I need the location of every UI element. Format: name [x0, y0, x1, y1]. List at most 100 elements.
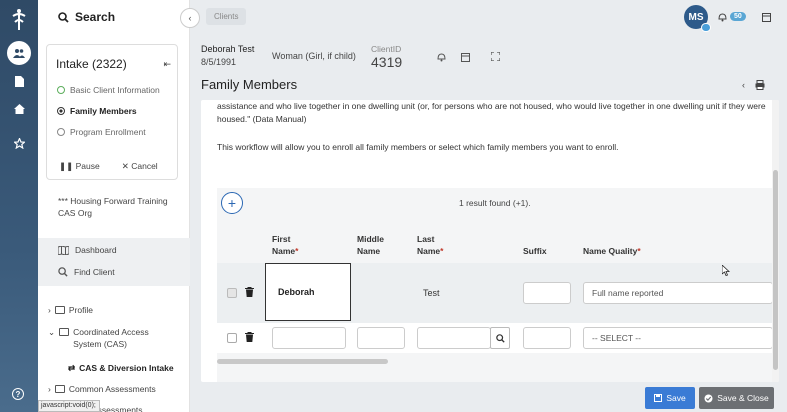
col-middle-name: Middle Name: [357, 234, 384, 256]
row-select-checkbox[interactable]: [227, 333, 237, 343]
calendar-icon[interactable]: [461, 52, 470, 62]
pause-button[interactable]: ❚❚ Pause: [59, 161, 100, 172]
avatar[interactable]: MS: [684, 5, 711, 32]
suffix-input[interactable]: [523, 327, 571, 349]
step-basic-client-info[interactable]: Basic Client Information: [57, 85, 160, 95]
save-icon: [654, 394, 663, 402]
badge-icon: [701, 23, 711, 32]
sidebar-search[interactable]: Search: [58, 10, 115, 24]
panel-tools: ‹: [742, 80, 765, 90]
rail-home[interactable]: [0, 98, 38, 120]
chevron-left-icon[interactable]: ‹: [742, 80, 745, 90]
client-id-label: ClientID: [371, 44, 402, 54]
pin-icon[interactable]: ⇤: [163, 59, 171, 70]
workflow-text: This workflow will allow you to enroll a…: [217, 142, 619, 152]
document-icon: [14, 75, 24, 87]
step-family-members[interactable]: Family Members: [57, 106, 137, 116]
table-row: Deborah Test Full name reported: [217, 263, 773, 323]
client-gender: Woman (Girl, if child): [272, 51, 356, 61]
col-name-quality: Name Quality*: [583, 246, 641, 256]
trash-icon[interactable]: [245, 287, 254, 297]
cursor-icon: [722, 265, 730, 276]
first-name-cell[interactable]: Deborah: [265, 263, 351, 321]
middle-name-input[interactable]: [357, 327, 405, 349]
col-suffix: Suffix: [523, 246, 547, 256]
status-bar: javascript:void(0);: [38, 400, 100, 412]
step-label: Program Enrollment: [70, 127, 146, 137]
col-first-name: First Name*: [272, 234, 299, 256]
result-count: 1 result found (+1).: [459, 198, 531, 208]
rail-documents[interactable]: [0, 70, 38, 92]
plus-icon: +: [227, 195, 237, 211]
tree-cas[interactable]: ⌄ Coordinated Access System (CAS): [48, 326, 183, 350]
collapse-sidebar-button[interactable]: ‹: [180, 8, 200, 28]
check-circle-icon: [57, 86, 65, 94]
intro-text: assistance and who live together in one …: [217, 101, 766, 124]
logo-icon: [12, 9, 26, 30]
notification-badge[interactable]: 50: [730, 12, 746, 21]
page-title: Family Members: [201, 77, 298, 92]
suffix-input[interactable]: [523, 282, 571, 304]
step-label: Family Members: [70, 106, 137, 116]
chevron-down-icon: ⌄: [48, 327, 56, 337]
expand-icon[interactable]: [491, 52, 500, 61]
lookup-button[interactable]: [490, 327, 510, 349]
print-icon[interactable]: [755, 80, 765, 90]
map-icon: [58, 245, 69, 255]
vertical-scrollbar[interactable]: [772, 100, 779, 382]
repeat-icon: ⇄: [68, 363, 76, 373]
family-grid: + 1 result found (+1). First Name* Middl…: [217, 188, 773, 382]
intake-title: Intake (2322): [56, 57, 127, 71]
rail-favorites[interactable]: [0, 132, 38, 154]
trash-icon[interactable]: [245, 332, 254, 342]
add-member-button[interactable]: +: [221, 192, 243, 214]
tree-profile[interactable]: › Profile: [48, 304, 93, 316]
last-name-input[interactable]: [417, 327, 491, 349]
first-name-input[interactable]: [272, 327, 346, 349]
bell-icon[interactable]: [437, 52, 446, 62]
horizontal-scrollbar[interactable]: [217, 359, 388, 364]
search-icon: [58, 267, 68, 277]
last-name-cell: Test: [423, 288, 440, 298]
check-circle-icon: [704, 394, 713, 402]
close-icon: ✕: [121, 161, 129, 171]
intake-card: Intake (2322) ⇤ Basic Client Information…: [46, 44, 178, 180]
row-select-checkbox[interactable]: [227, 288, 237, 298]
sidebar: Search Intake (2322) ⇤ Basic Client Info…: [38, 0, 190, 412]
chevron-left-icon: ‹: [188, 13, 192, 23]
cancel-button[interactable]: ✕ Cancel: [122, 161, 158, 172]
family-members-panel: assistance and who live together in one …: [201, 100, 779, 382]
calendar-icon[interactable]: [762, 12, 771, 22]
pause-icon: ❚❚: [59, 161, 74, 171]
star-icon: [13, 137, 25, 149]
rail-clients[interactable]: [0, 41, 38, 65]
search-icon: [495, 333, 505, 343]
nav-find-client[interactable]: Find Client: [58, 267, 115, 277]
client-name: Deborah Test: [201, 44, 255, 54]
org-name: *** Housing Forward Training CAS Org: [58, 196, 168, 218]
tree-common-assessments[interactable]: › Common Assessments: [48, 383, 156, 395]
nav-dashboard[interactable]: Dashboard: [58, 245, 117, 255]
folder-icon: [54, 306, 65, 314]
users-icon: [7, 41, 31, 65]
col-last-name: Last Name*: [417, 234, 444, 256]
step-program-enrollment[interactable]: Program Enrollment: [57, 127, 146, 137]
save-close-button[interactable]: Save & Close: [699, 387, 774, 409]
circle-icon: [57, 128, 65, 136]
search-label: Search: [75, 10, 116, 24]
bell-icon[interactable]: [718, 12, 727, 22]
step-label: Basic Client Information: [70, 85, 160, 95]
breadcrumb-clients[interactable]: Clients: [206, 8, 247, 25]
name-quality-select[interactable]: Full name reported: [583, 282, 773, 304]
nav-block: Dashboard Find Client: [38, 238, 190, 286]
tree-cas-intake[interactable]: ⇄ CAS & Diversion Intake: [68, 362, 174, 374]
help-icon[interactable]: ?: [12, 388, 24, 400]
icon-rail: ?: [0, 0, 38, 412]
folder-icon: [54, 385, 65, 393]
scrollbar-thumb[interactable]: [773, 170, 778, 370]
client-dob: 8/5/1991: [201, 57, 237, 67]
name-quality-select[interactable]: -- SELECT --: [583, 327, 773, 349]
client-id: 4319: [371, 54, 403, 70]
save-button[interactable]: Save: [645, 387, 695, 409]
top-bar: Clients MS 50: [190, 0, 787, 36]
